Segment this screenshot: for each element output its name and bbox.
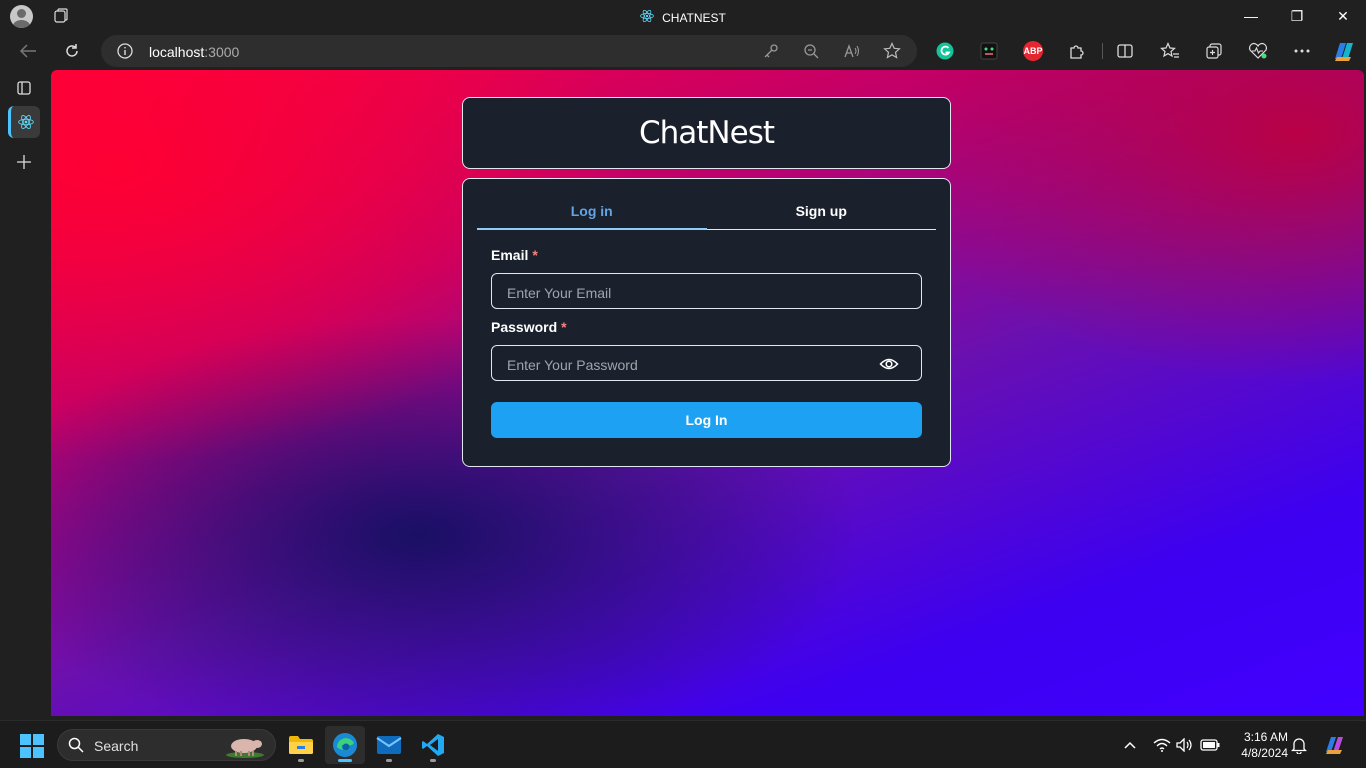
tab-chatnest[interactable] — [8, 106, 40, 138]
taskbar-file-explorer[interactable] — [281, 726, 321, 764]
copilot-icon[interactable] — [1331, 39, 1357, 63]
show-hidden-icons-chevron-icon[interactable] — [1119, 733, 1141, 757]
log-in-button[interactable]: Log In — [491, 402, 922, 438]
notification-bell-icon[interactable] — [1288, 733, 1310, 757]
taskbar-edge[interactable] — [325, 726, 365, 764]
password-label-text: Password — [491, 319, 558, 335]
taskbar-clock[interactable]: 3:16 AM 4/8/2024 — [1226, 729, 1288, 761]
address-bar[interactable]: localhost:3000 — [101, 35, 917, 67]
adblock-plus-icon[interactable]: ABP — [1023, 41, 1043, 61]
extensions-puzzle-icon[interactable] — [1067, 41, 1087, 61]
react-icon — [17, 115, 34, 129]
windows-taskbar: Search 3:16 AM 4/8/2024 — [0, 720, 1366, 768]
url-host: localhost — [149, 44, 205, 60]
toolbar-divider — [1102, 43, 1103, 59]
clock-time: 3:16 AM — [1243, 730, 1288, 744]
email-field[interactable]: Enter Your Email — [491, 273, 922, 309]
vertical-tabs-sidebar — [0, 70, 50, 720]
collections-icon[interactable] — [1204, 41, 1224, 61]
auth-tabs: Log in Sign up — [477, 193, 936, 230]
url-text[interactable]: localhost:3000 — [149, 44, 239, 60]
close-window-button[interactable]: ✕ — [1320, 0, 1366, 32]
password-label: Password * — [491, 319, 567, 335]
favorite-star-icon[interactable] — [882, 42, 902, 60]
page-content: ChatNest Log in Sign up Email * Enter You… — [51, 70, 1364, 716]
refresh-button[interactable] — [58, 38, 86, 64]
battery-icon[interactable] — [1199, 733, 1221, 757]
restore-button[interactable]: ❐ — [1274, 0, 1320, 32]
required-mark: * — [561, 319, 567, 335]
tab-log-in[interactable]: Log in — [477, 193, 707, 230]
search-label: Search — [94, 738, 139, 754]
react-icon — [640, 9, 654, 26]
email-label-text: Email — [491, 247, 529, 263]
email-placeholder: Enter Your Email — [507, 285, 612, 301]
search-highlight-pig-image — [225, 734, 265, 758]
vscode-icon — [422, 734, 444, 756]
read-aloud-icon[interactable] — [842, 42, 862, 60]
taskbar-vscode[interactable] — [413, 726, 453, 764]
new-tab-button[interactable] — [8, 146, 40, 178]
search-icon — [68, 737, 84, 758]
tab-actions-icon[interactable] — [8, 72, 40, 104]
taskbar-search[interactable]: Search — [57, 729, 276, 761]
brand-title: ChatNest — [638, 115, 775, 151]
browser-title-bar: CHATNEST — ❐ ✕ — [0, 0, 1366, 32]
taskbar-mail[interactable] — [369, 726, 409, 764]
site-info-icon[interactable] — [117, 43, 133, 64]
grammarly-extension-icon[interactable] — [935, 41, 955, 61]
zoom-out-icon[interactable] — [801, 42, 821, 60]
required-mark: * — [532, 247, 538, 263]
window-title: CHATNEST — [0, 9, 1366, 26]
email-label: Email * — [491, 247, 538, 263]
clock-date: 4/8/2024 — [1241, 746, 1288, 760]
url-port: :3000 — [204, 44, 240, 60]
split-screen-icon[interactable] — [1115, 41, 1135, 61]
key-icon[interactable] — [761, 42, 781, 60]
more-options-icon[interactable] — [1292, 41, 1312, 61]
tab-sign-up[interactable]: Sign up — [707, 193, 937, 229]
extension-icon[interactable] — [979, 41, 999, 61]
back-button[interactable] — [14, 38, 42, 64]
favorites-icon[interactable] — [1160, 41, 1180, 61]
edge-icon — [333, 733, 357, 757]
minimize-button[interactable]: — — [1228, 0, 1274, 32]
show-password-eye-icon[interactable] — [879, 356, 899, 372]
window-title-text: CHATNEST — [662, 10, 726, 25]
browser-essentials-icon[interactable] — [1248, 41, 1268, 61]
password-placeholder: Enter Your Password — [507, 357, 638, 373]
auth-form-card: Log in Sign up Email * Enter Your Email P… — [462, 178, 951, 467]
file-explorer-icon — [289, 736, 313, 754]
password-field[interactable]: Enter Your Password — [491, 345, 922, 381]
brand-header-card: ChatNest — [462, 97, 951, 169]
volume-icon[interactable] — [1174, 733, 1196, 757]
wifi-icon[interactable] — [1151, 733, 1173, 757]
browser-toolbar: localhost:3000 ABP — [0, 32, 1366, 70]
copilot-taskbar-icon[interactable] — [1322, 731, 1348, 759]
mail-icon — [376, 736, 402, 754]
windows-start-icon[interactable] — [20, 734, 44, 758]
